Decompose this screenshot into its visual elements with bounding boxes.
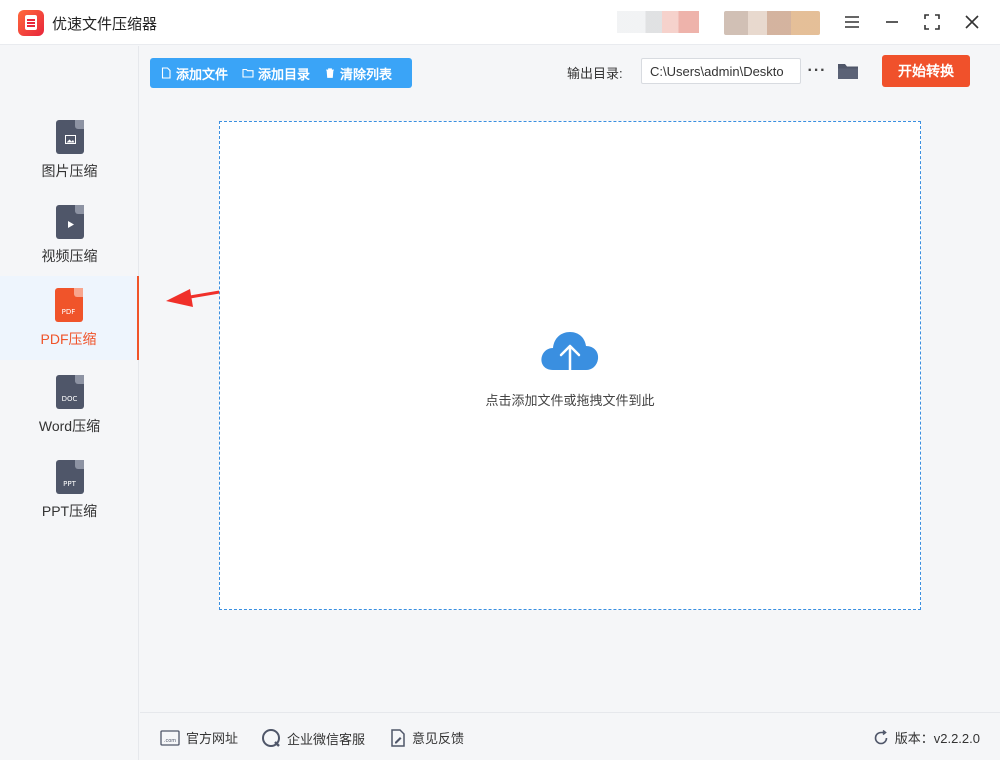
clear-list-button[interactable]: 清除列表 [324,64,392,83]
feedback-link[interactable]: 意见反馈 [390,728,464,747]
user-name-blurred[interactable] [724,11,820,35]
file-toolbar: 添加文件 添加目录 清除列表 [150,58,412,88]
refresh-icon[interactable] [873,729,889,746]
output-dir-label: 输出目录: [567,66,623,81]
menu-icon[interactable] [840,10,864,34]
file-icon [161,67,171,79]
version-info: 版本：v2.2.2.0 [873,728,980,747]
open-folder-icon[interactable] [836,60,860,82]
cloud-upload-icon [541,332,599,380]
start-convert-button[interactable]: 开始转换 [882,55,970,87]
website-icon: .com [160,729,180,746]
add-folder-button[interactable]: 添加目录 [242,64,310,83]
maximize-icon[interactable] [920,10,944,34]
file-drop-zone[interactable]: 点击添加文件或拖拽文件到此 [219,121,921,610]
title-bar: 优速文件压缩器 [0,0,1000,45]
pdf-file-icon: PDF [54,288,83,322]
sidebar-item-label: 图片压缩 [41,163,98,179]
ppt-file-icon: PPT [55,460,84,494]
sidebar-item-label: Word压缩 [38,418,101,434]
wechat-service-link[interactable]: 企业微信客服 [261,728,365,748]
video-file-icon [55,205,84,239]
add-file-button[interactable]: 添加文件 [160,64,228,83]
wechat-service-icon [262,729,280,747]
footer: .com 官方网址 企业微信客服 意见反馈 版本：v2.2.2.0 [140,712,1000,760]
version-text: 版本：v2.2.2.0 [894,731,980,746]
sidebar: 图片压缩 视频压缩 PDF PDF压缩 DOC Word压缩 PPT PPT压缩 [0,46,139,760]
svg-text:.com: .com [164,738,176,744]
sidebar-item-label: PDF压缩 [40,331,97,347]
folder-icon [242,68,254,78]
app-title: 优速文件压缩器 [52,16,158,33]
trash-icon [326,68,335,78]
sidebar-item-word-compress[interactable]: DOC Word压缩 [0,363,139,447]
official-website-link[interactable]: .com 官方网址 [160,728,238,747]
output-dir-input[interactable] [641,58,801,84]
app-logo-icon [18,10,44,36]
sidebar-item-video-compress[interactable]: 视频压缩 [0,193,139,277]
more-options-button[interactable]: ··· [806,60,828,82]
minimize-icon[interactable] [880,10,904,34]
close-icon[interactable] [960,10,984,34]
image-file-icon [55,120,84,154]
sidebar-item-ppt-compress[interactable]: PPT PPT压缩 [0,448,139,532]
doc-file-icon: DOC [55,375,84,409]
feedback-icon [391,728,405,747]
sidebar-item-pdf-compress[interactable]: PDF PDF压缩 [0,276,139,360]
user-avatar-blurred[interactable] [617,11,699,33]
drop-hint-text: 点击添加文件或拖拽文件到此 [485,393,655,408]
sidebar-item-label: 视频压缩 [41,248,98,264]
sidebar-item-image-compress[interactable]: 图片压缩 [0,108,139,192]
sidebar-item-label: PPT压缩 [41,503,98,519]
